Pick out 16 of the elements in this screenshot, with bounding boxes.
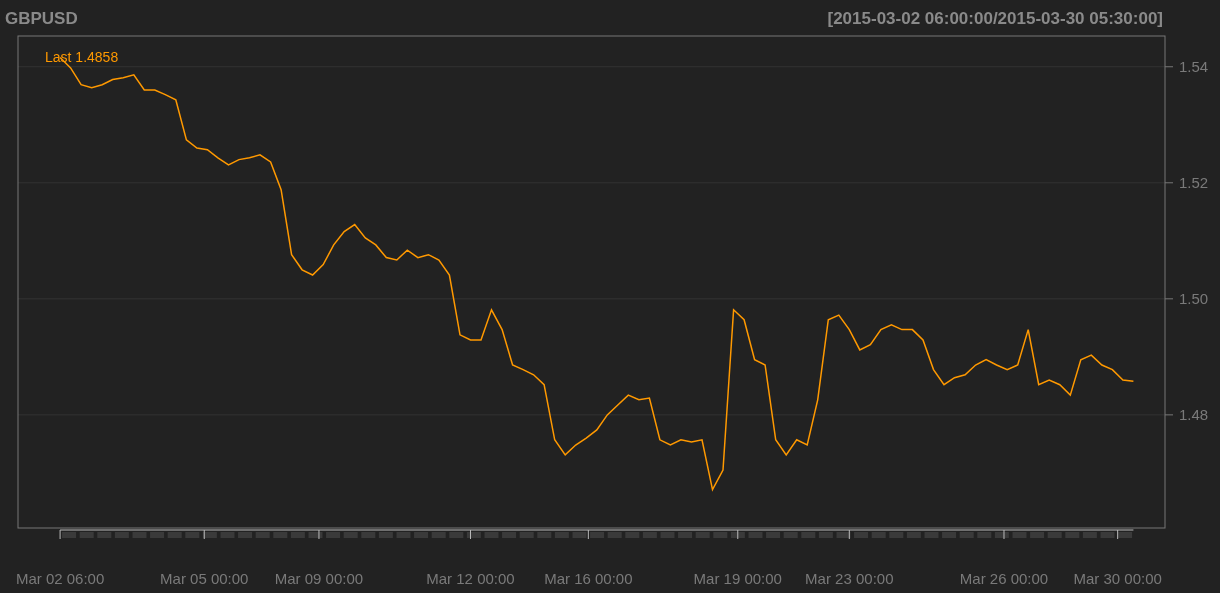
x-tick-label: Mar 09 00:00 [274,570,364,587]
x-tick-label: Mar 19 00:00 [693,570,782,587]
x-tick-label: Mar 30 00:00 [1073,570,1162,587]
x-tick-label: Mar 12 00:00 [426,570,515,587]
x-tick-label: Mar 16 00:00 [544,570,633,587]
y-tick-label: 1.48 [1179,405,1209,423]
date-range: [2015-03-02 06:00:00/2015-03-30 05:30:00] [827,9,1163,28]
y-tick-label: 1.52 [1179,173,1209,191]
x-tick-label: Mar 02 06:00 [15,570,105,587]
x-tick-label: Mar 26 00:00 [959,570,1049,587]
x-tick-label: Mar 05 00:00 [160,570,249,587]
y-tick-label: 1.54 [1179,57,1209,75]
x-tick-label: Mar 23 00:00 [805,570,894,587]
chart-title: GBPUSD [5,9,78,28]
y-tick-label: 1.50 [1179,289,1209,307]
last-price-label: Last 1.4858 [45,49,119,65]
